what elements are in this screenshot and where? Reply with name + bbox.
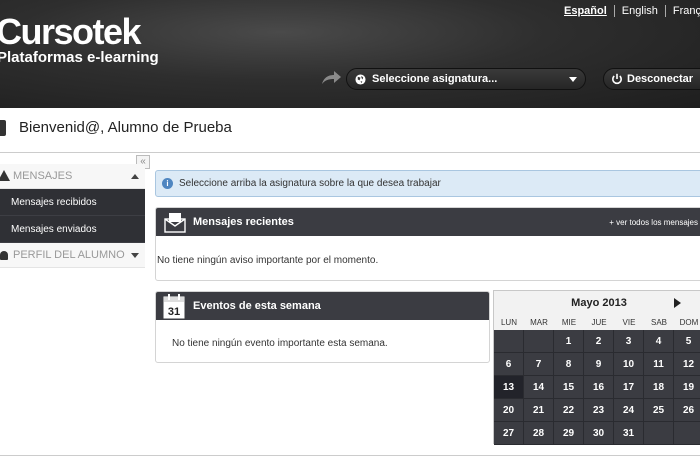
- calendar-icon: 31: [163, 294, 185, 319]
- info-text: Seleccione arriba la asignatura sobre la…: [179, 178, 441, 189]
- weekday-label: JUE: [591, 318, 607, 327]
- weekday-label: VIE: [622, 318, 636, 327]
- calendar-day[interactable]: 12: [674, 353, 700, 376]
- view-all-messages-link[interactable]: + ver todos los mensajes: [609, 218, 698, 227]
- calendar-weekdays: LUN MAR MIE JUE VIE SAB DOM: [494, 316, 700, 330]
- profile-icon: [0, 251, 8, 260]
- user-icon: [0, 120, 6, 136]
- calendar-day[interactable]: 6: [494, 353, 524, 376]
- logout-label: Desconectar: [627, 73, 694, 85]
- calendar-day[interactable]: 29: [554, 422, 584, 445]
- warning-icon: [0, 170, 10, 181]
- calendar-day[interactable]: 1: [554, 330, 584, 353]
- subject-dropdown[interactable]: Seleccione asignatura...: [346, 68, 586, 90]
- panel-empty-text: No tiene ningún evento importante esta s…: [172, 338, 388, 349]
- mail-icon: [164, 213, 186, 233]
- calendar-day[interactable]: 20: [494, 399, 524, 422]
- calendar-day[interactable]: 4: [644, 330, 674, 353]
- calendar-day[interactable]: 27: [494, 422, 524, 445]
- welcome-text: Bienvenid@, Alumno de Prueba: [19, 119, 232, 136]
- calendar-day[interactable]: 31: [614, 422, 644, 445]
- power-icon: [612, 73, 622, 85]
- calendar-day[interactable]: 30: [584, 422, 614, 445]
- calendar-day[interactable]: 5: [674, 330, 700, 353]
- calendar-grid: 1 2 3 4 5 6 7 8 9 10 11 12 13 14 15 16 17 18 19 20 21 22 23 24 2…: [494, 330, 700, 445]
- sidebar-item-received[interactable]: Mensajes recibidos: [0, 189, 145, 216]
- panel-title: Mensajes recientes: [193, 216, 294, 228]
- globe-icon: [355, 73, 366, 85]
- weekday-label: DOM: [679, 318, 699, 327]
- calendar-day[interactable]: 22: [554, 399, 584, 422]
- logout-button[interactable]: Desconectar: [603, 68, 700, 90]
- calendar-month: Mayo 2013: [571, 297, 627, 309]
- logo-title[interactable]: Cursotek: [0, 14, 142, 50]
- sidebar-item-sent[interactable]: Mensajes enviados: [0, 216, 145, 243]
- logo-subtitle: Plataformas e-learning: [0, 49, 159, 66]
- chevron-down-icon: [131, 252, 139, 258]
- info-icon: i: [162, 178, 173, 189]
- svg-text:31: 31: [168, 306, 180, 318]
- chevron-up-icon: [131, 173, 139, 179]
- calendar-day[interactable]: 17: [614, 376, 644, 399]
- panel-header: Mensajes recientes + ver todos los mensa…: [156, 208, 700, 236]
- weekly-events-panel: 31 Eventos de esta semana No tiene ningú…: [155, 291, 490, 363]
- calendar-day[interactable]: 19: [674, 376, 700, 399]
- language-es-link[interactable]: Español: [562, 5, 614, 17]
- footer-divider: [0, 455, 700, 456]
- sidebar-section-messages[interactable]: MENSAJES: [0, 164, 145, 189]
- calendar-empty-cell: [644, 422, 674, 445]
- calendar-day[interactable]: 13: [494, 376, 524, 399]
- calendar-day[interactable]: 15: [554, 376, 584, 399]
- calendar-day[interactable]: 2: [584, 330, 614, 353]
- calendar-day[interactable]: 23: [584, 399, 614, 422]
- recent-messages-panel: Mensajes recientes + ver todos los mensa…: [155, 207, 700, 281]
- sidebar-section-profile[interactable]: PERFIL DEL ALUMNO: [0, 243, 145, 268]
- calendar-day[interactable]: 16: [584, 376, 614, 399]
- calendar-day[interactable]: 7: [524, 353, 554, 376]
- weekday-label: MIE: [561, 318, 577, 327]
- panel-header: 31 Eventos de esta semana: [156, 292, 489, 320]
- calendar-day[interactable]: 3: [614, 330, 644, 353]
- calendar-day[interactable]: 26: [674, 399, 700, 422]
- sidebar-section-label: PERFIL DEL ALUMNO: [13, 249, 125, 261]
- info-alert: i Seleccione arriba la asignatura sobre …: [155, 170, 700, 197]
- panel-title: Eventos de esta semana: [193, 300, 321, 312]
- sidebar: MENSAJES Mensajes recibidos Mensajes env…: [0, 164, 145, 268]
- calendar-day[interactable]: 8: [554, 353, 584, 376]
- site-header: Cursotek Plataformas e-learning Español E…: [0, 0, 700, 108]
- curved-arrow-icon: [322, 71, 341, 84]
- calendar-widget: Mayo 2013 LUN MAR MIE JUE VIE SAB DOM 12345678…: [493, 290, 700, 445]
- calendar-day[interactable]: 10: [614, 353, 644, 376]
- welcome-bar: Bienvenid@, Alumno de Prueba: [0, 108, 700, 153]
- language-en-link[interactable]: English: [613, 5, 665, 17]
- weekday-label: LUN: [500, 318, 517, 327]
- calendar-empty-cell: [524, 330, 554, 353]
- calendar-day[interactable]: 14: [524, 376, 554, 399]
- calendar-day[interactable]: 25: [644, 399, 674, 422]
- language-fr-link[interactable]: Français: [664, 5, 700, 17]
- chevron-down-icon: [569, 76, 577, 82]
- panel-empty-text: No tiene ningún aviso importante por el …: [157, 255, 379, 266]
- weekday-label: MAR: [530, 318, 548, 327]
- next-month-icon[interactable]: [674, 298, 681, 308]
- calendar-day[interactable]: 18: [644, 376, 674, 399]
- calendar-day[interactable]: 24: [614, 399, 644, 422]
- calendar-day[interactable]: 11: [644, 353, 674, 376]
- subject-dropdown-value: Seleccione asignatura...: [372, 73, 498, 85]
- calendar-day[interactable]: 9: [584, 353, 614, 376]
- calendar-empty-cell: [674, 422, 700, 445]
- weekday-label: SAB: [650, 318, 667, 327]
- calendar-day[interactable]: 28: [524, 422, 554, 445]
- calendar-empty-cell: [494, 330, 524, 353]
- sidebar-section-label: MENSAJES: [13, 170, 73, 182]
- calendar-header: Mayo 2013: [494, 291, 700, 316]
- calendar-day[interactable]: 21: [524, 399, 554, 422]
- language-selector: EspañolEnglishFrançais: [562, 5, 700, 17]
